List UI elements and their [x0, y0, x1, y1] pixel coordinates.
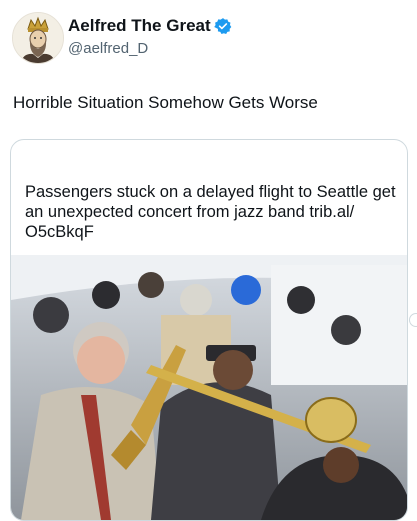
author-handle[interactable]: @aelfred_D [68, 40, 232, 58]
avatar[interactable] [12, 12, 64, 64]
link-card[interactable]: Passengers stuck on a delayed flight to … [10, 139, 408, 521]
post-text: Horrible Situation Somehow Gets Worse [13, 93, 318, 112]
author-display-name[interactable]: Aelfred The Great [68, 16, 211, 36]
link-card-title[interactable]: Passengers stuck on a delayed flight to … [25, 182, 397, 242]
photo-icon[interactable] [11, 255, 407, 520]
author-names: Aelfred The Great @aelfred_D [68, 16, 232, 58]
scroll-indicator [409, 313, 417, 327]
tweet-header: Aelfred The Great @aelfred_D [12, 10, 405, 64]
crowned-king-icon [13, 13, 63, 63]
verified-badge-icon [213, 18, 231, 35]
